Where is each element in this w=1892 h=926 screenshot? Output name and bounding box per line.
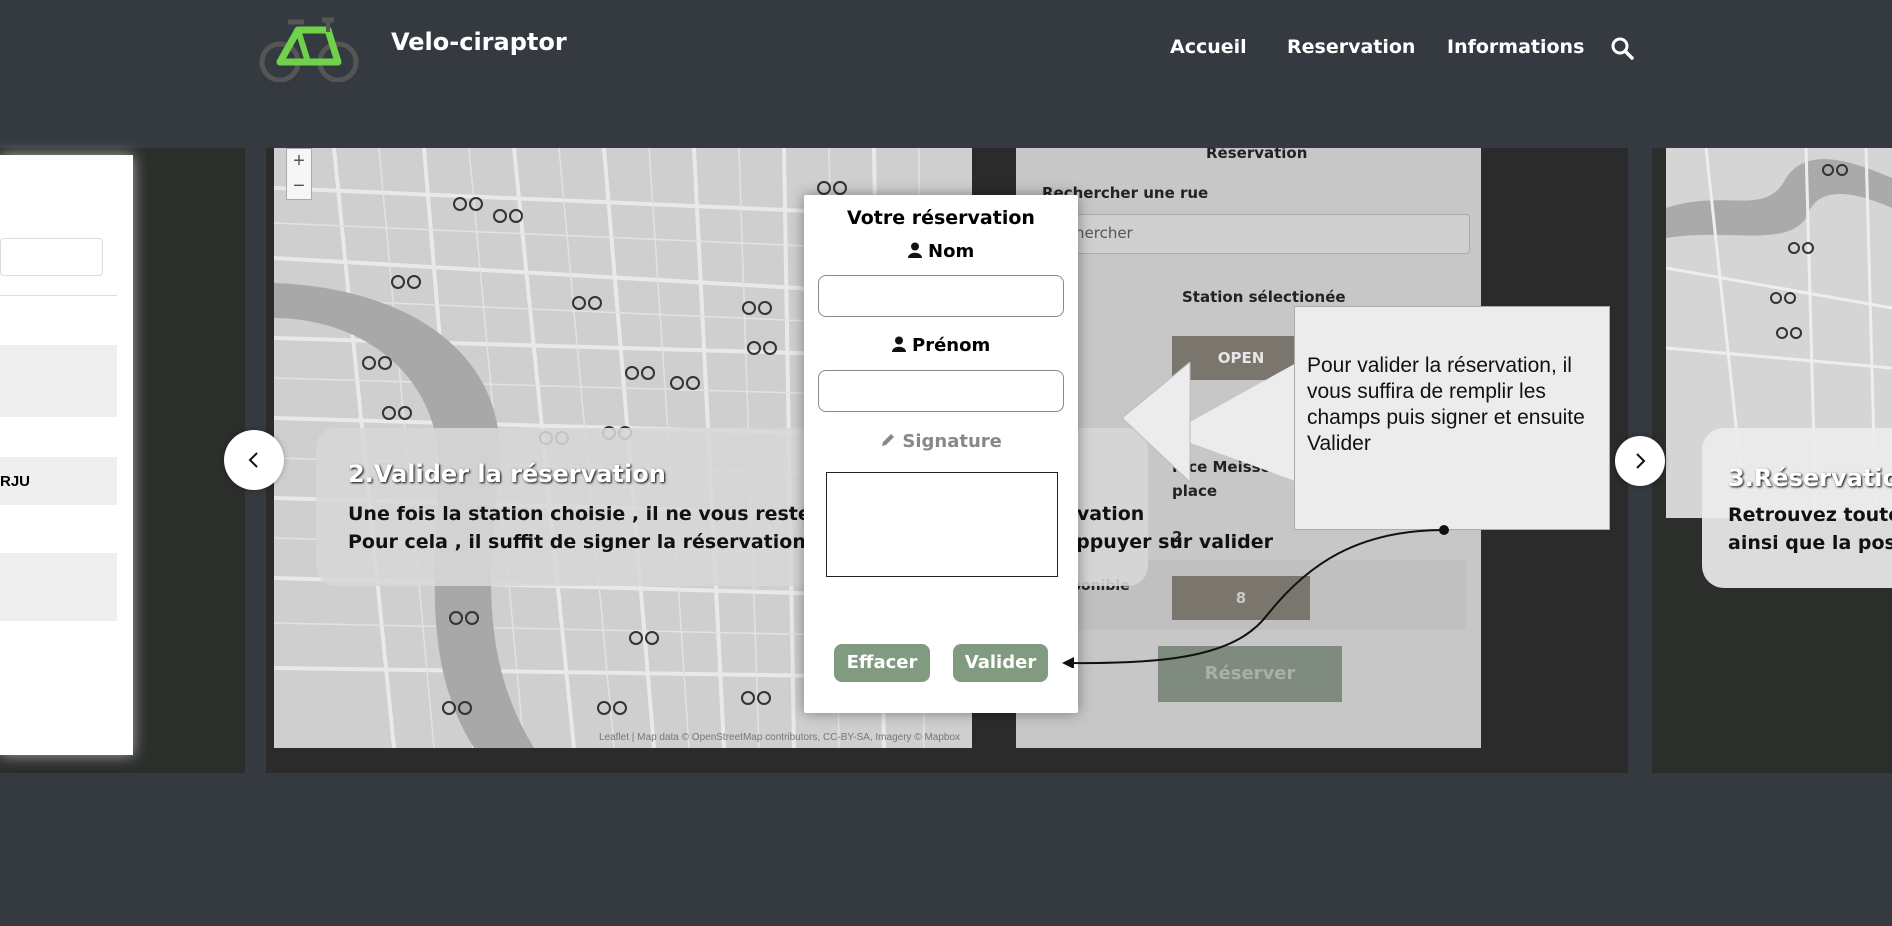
signature-label-text: Signature <box>902 431 1002 452</box>
clear-button[interactable]: Effacer <box>834 644 930 682</box>
pencil-icon <box>882 434 895 446</box>
zoom-out-button[interactable]: − <box>287 174 311 199</box>
reservation-form: Votre réservation Nom Prénom Signature E… <box>804 195 1078 713</box>
search-placeholder: hercher <box>1075 224 1133 242</box>
prenom-label: Prénom <box>804 335 1078 356</box>
user-icon <box>891 336 906 352</box>
street-search-input[interactable]: hercher <box>1050 214 1470 254</box>
form-title: Votre réservation <box>847 207 1035 229</box>
chevron-left-icon <box>248 452 258 468</box>
site-header: Velo-ciraptor Accueil Reservation Inform… <box>0 0 1892 148</box>
next-slide-caption-line-2: ainsi que la possi <box>1728 532 1892 554</box>
carousel-prev-button[interactable] <box>224 430 284 490</box>
next-slide-caption-line-1: Retrouvez toutes <box>1728 504 1892 526</box>
divider <box>0 295 117 296</box>
previous-slide-panel: RJU <box>0 155 133 755</box>
signature-label: Signature <box>804 431 1078 452</box>
nom-input[interactable] <box>818 275 1064 317</box>
next-slide-caption-title: 3.Réservation <box>1728 464 1892 492</box>
next-slide-caption-box: 3.Réservation Retrouvez toutes ainsi que… <box>1702 428 1892 588</box>
nav-reservation[interactable]: Reservation <box>1287 36 1415 58</box>
selected-station-label: Station sélectionée <box>1182 288 1346 306</box>
tutorial-callout: Pour valider la réservation, il vous suf… <box>1294 306 1610 530</box>
signature-canvas[interactable] <box>826 472 1058 577</box>
previous-slide-input <box>0 238 103 276</box>
nav-accueil[interactable]: Accueil <box>1170 36 1247 58</box>
submit-button[interactable]: Valider <box>953 644 1048 682</box>
panel-title: Réservation <box>1206 148 1308 162</box>
carousel-next-button[interactable] <box>1615 436 1665 486</box>
callout-connector-arrow <box>1062 525 1449 668</box>
nom-label-text: Nom <box>928 241 975 262</box>
user-icon <box>907 242 922 258</box>
previous-slide-text: RJU <box>0 473 31 490</box>
nom-label: Nom <box>804 241 1078 262</box>
slide-caption-title: 2.Valider la réservation <box>348 460 666 488</box>
carousel-slide-next: 3.Réservation Retrouvez toutes ainsi que… <box>1652 148 1892 773</box>
callout-pointer <box>1122 362 1298 482</box>
callout-text: Pour valider la réservation, il vous suf… <box>1307 354 1585 455</box>
prenom-label-text: Prénom <box>912 335 991 356</box>
map-attribution[interactable]: Leaflet | Map data © OpenStreetMap contr… <box>599 732 960 743</box>
nav-informations[interactable]: Informations <box>1447 36 1584 58</box>
previous-slide-row <box>0 553 117 621</box>
zoom-in-button[interactable]: + <box>287 149 311 174</box>
chevron-right-icon <box>1636 453 1646 469</box>
prenom-input[interactable] <box>818 370 1064 412</box>
brand-name[interactable]: Velo-ciraptor <box>391 28 567 56</box>
bike-logo-icon[interactable] <box>258 12 362 82</box>
previous-slide-row <box>0 345 117 417</box>
map-zoom-control[interactable]: + − <box>286 148 312 200</box>
search-icon[interactable] <box>1610 36 1634 60</box>
